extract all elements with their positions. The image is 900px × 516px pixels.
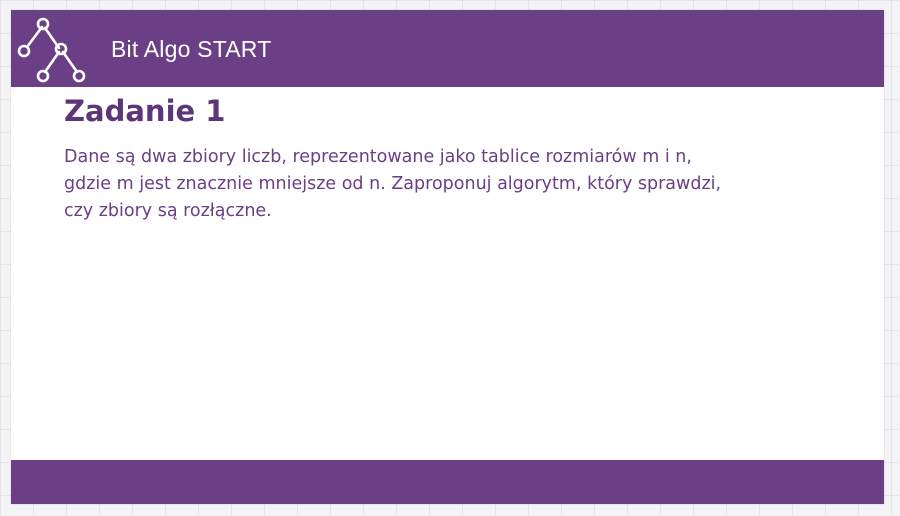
footer-bar [11, 460, 884, 504]
task-description-line: czy zbiory są rozłączne. [64, 201, 272, 221]
app-title: Bit Algo START [111, 36, 272, 62]
task-title: Zadanie 1 [64, 94, 226, 128]
slide: Bit Algo START Zadanie 1 Dane są dwa zbi… [11, 10, 884, 504]
header-bar: Bit Algo START [11, 10, 884, 87]
tree-graph-icon [17, 17, 86, 83]
task-description-line: gdzie m jest znacznie mniejsze od n. Zap… [64, 174, 722, 194]
task-description: Dane są dwa zbiory liczb, reprezentowane… [64, 144, 864, 225]
task-description-line: Dane są dwa zbiory liczb, reprezentowane… [64, 147, 692, 167]
